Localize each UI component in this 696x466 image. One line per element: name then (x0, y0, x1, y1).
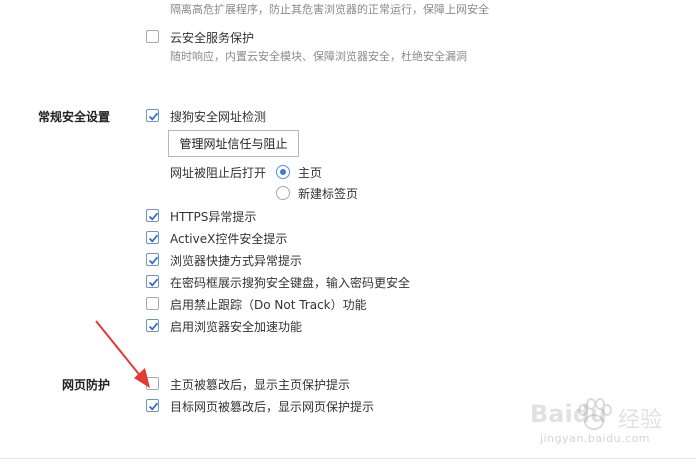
cloud-security-desc: 随时响应，内置云安全模块、保障浏览器安全，杜绝安全漏洞 (170, 50, 467, 63)
security-acceleration-label: 启用浏览器安全加速功能 (170, 320, 303, 334)
watermark-cn: 经验 (618, 408, 663, 433)
https-warning-checkbox[interactable] (146, 209, 159, 222)
manage-url-trust-button[interactable]: 管理网址信任与阻止 (168, 130, 299, 157)
general-security-title: 常规安全设置 (38, 110, 111, 124)
watermark-url: jingyan.baidu.com (540, 432, 651, 445)
secure-keyboard-checkbox[interactable] (146, 275, 159, 288)
blocked-open-label: 网址被阻止后打开 (170, 166, 267, 180)
do-not-track-label: 启用禁止跟踪（Do Not Track）功能 (170, 298, 367, 312)
watermark-brand: Baidu (530, 400, 607, 428)
webpage-tamper-checkbox[interactable] (146, 399, 159, 412)
checkmark-icon (148, 112, 159, 121)
checkmark-icon (148, 256, 159, 265)
https-warning-label: HTTPS异常提示 (170, 210, 257, 224)
homepage-tamper-label: 主页被篡改后，显示主页保护提示 (170, 378, 351, 392)
cloud-security-checkbox[interactable] (146, 30, 159, 43)
shortcut-warning-label: 浏览器快捷方式异常提示 (170, 254, 303, 268)
shortcut-warning-checkbox[interactable] (146, 253, 159, 266)
checkmark-icon (148, 234, 159, 243)
webpage-tamper-label: 目标网页被篡改后，显示网页保护提示 (170, 400, 375, 414)
url-check-checkbox[interactable] (146, 109, 159, 122)
annotation-arrow-icon (95, 320, 150, 388)
bottom-divider (0, 458, 696, 459)
radio-homepage[interactable] (276, 165, 290, 179)
cloud-security-label: 云安全服务保护 (170, 31, 255, 45)
activex-warning-label: ActiveX控件安全提示 (170, 232, 288, 246)
checkmark-icon (148, 402, 159, 411)
checkmark-icon (148, 212, 159, 221)
url-check-label: 搜狗安全网址检测 (170, 110, 267, 124)
radio-new-tab[interactable] (276, 186, 290, 200)
radio-new-tab-label: 新建标签页 (298, 187, 359, 201)
activex-warning-checkbox[interactable] (146, 231, 159, 244)
extension-protection-desc: 隔离高危扩展程序，防止其危害浏览器的正常运行，保障上网安全 (170, 3, 489, 16)
radio-homepage-label: 主页 (298, 166, 323, 180)
do-not-track-checkbox[interactable] (146, 297, 159, 310)
checkmark-icon (148, 278, 159, 287)
secure-keyboard-label: 在密码框展示搜狗安全键盘，输入密码更安全 (170, 276, 411, 290)
